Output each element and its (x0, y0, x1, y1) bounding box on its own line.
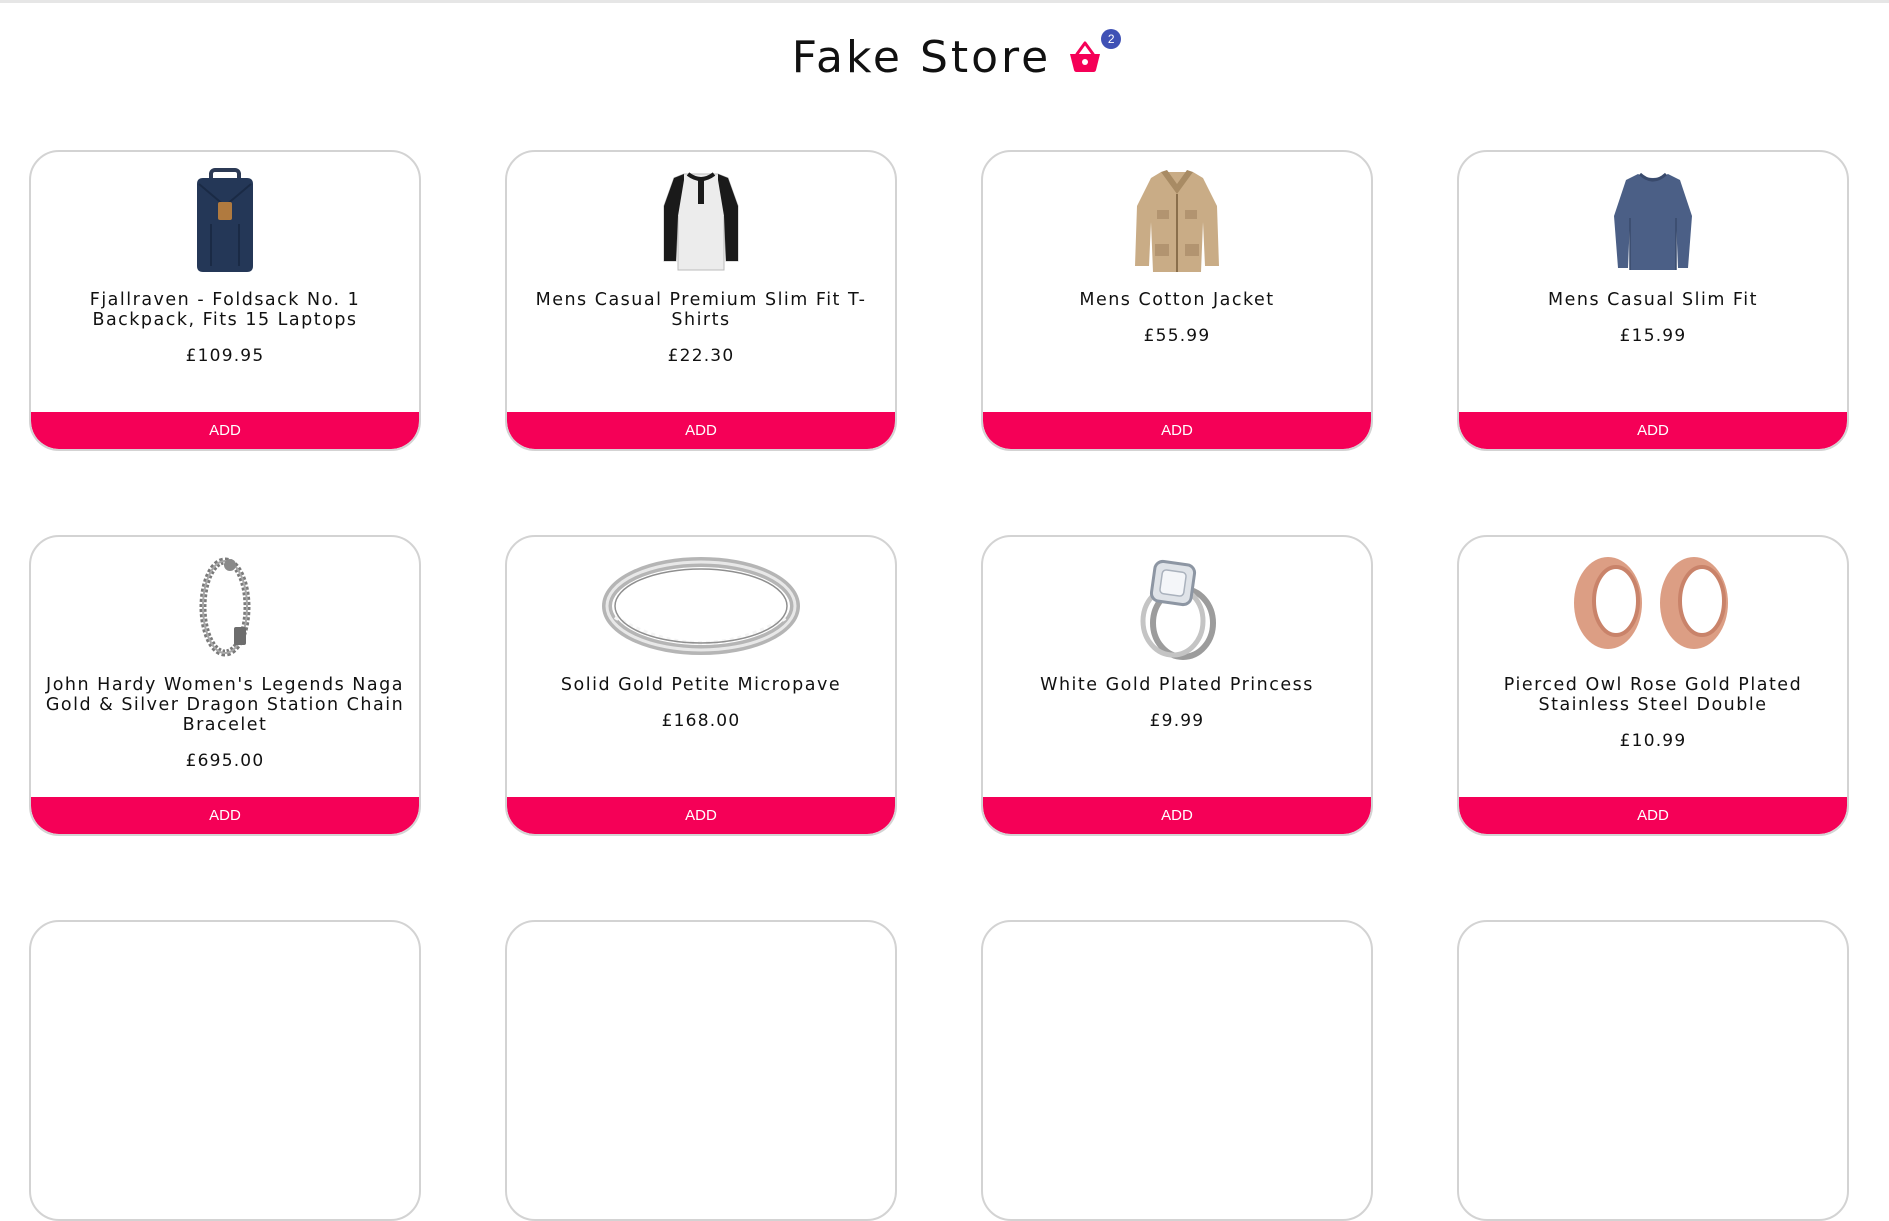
product-image (1459, 166, 1847, 276)
jacket-icon (1135, 170, 1219, 272)
store-header: Fake Store 2 (0, 22, 1889, 92)
top-border (0, 0, 1889, 3)
long-sleeve-shirt-icon (1614, 172, 1692, 270)
product-image (507, 551, 895, 661)
ring-icon (602, 557, 800, 655)
product-title: White Gold Plated Princess (1040, 675, 1314, 695)
product-grid: Fjallraven - Foldsack No. 1 Backpack, Fi… (0, 150, 1889, 1221)
cart-button[interactable]: 2 (1065, 29, 1122, 77)
store-title: Fake Store (791, 31, 1052, 83)
product-price: £109.95 (185, 346, 265, 366)
product-info: John Hardy Women's Legends Naga Gold & S… (35, 675, 415, 771)
product-image (31, 166, 419, 276)
add-to-cart-button[interactable]: ADD (31, 412, 419, 449)
add-to-cart-button[interactable]: ADD (507, 797, 895, 834)
product-price: £22.30 (667, 346, 735, 366)
product-card (29, 920, 421, 1221)
product-card: White Gold Plated Princess £9.99 ADD (981, 535, 1373, 836)
bracelet-icon (199, 557, 251, 657)
product-image (507, 166, 895, 276)
backpack-icon (197, 168, 253, 272)
product-info: White Gold Plated Princess £9.99 (987, 675, 1367, 731)
product-price: £9.99 (1149, 711, 1205, 731)
product-title: Mens Cotton Jacket (1079, 290, 1275, 310)
product-info: Solid Gold Petite Micropave £168.00 (511, 675, 891, 731)
title-group: Fake Store 2 (791, 29, 1122, 83)
product-card (505, 920, 897, 1221)
add-to-cart-button[interactable]: ADD (31, 797, 419, 834)
product-title: Mens Casual Premium Slim Fit T-Shirts (535, 290, 867, 330)
add-to-cart-button[interactable]: ADD (1459, 412, 1847, 449)
diamond-ring-icon (1140, 559, 1216, 660)
product-card: Pierced Owl Rose Gold Plated Stainless S… (1457, 535, 1849, 836)
add-to-cart-button[interactable]: ADD (1459, 797, 1847, 834)
product-card: Solid Gold Petite Micropave £168.00 ADD (505, 535, 897, 836)
product-card (1457, 920, 1849, 1221)
product-price: £55.99 (1143, 326, 1211, 346)
product-card: Mens Cotton Jacket £55.99 ADD (981, 150, 1373, 451)
product-info: Pierced Owl Rose Gold Plated Stainless S… (1463, 675, 1843, 751)
product-image (983, 166, 1371, 276)
product-title: John Hardy Women's Legends Naga Gold & S… (45, 675, 405, 735)
product-title: Mens Casual Slim Fit (1548, 290, 1758, 310)
add-to-cart-button[interactable]: ADD (507, 412, 895, 449)
product-info: Mens Cotton Jacket £55.99 (987, 290, 1367, 346)
add-to-cart-button[interactable]: ADD (983, 412, 1371, 449)
product-card: Mens Casual Slim Fit £15.99 ADD (1457, 150, 1849, 451)
product-card: Fjallraven - Foldsack No. 1 Backpack, Fi… (29, 150, 421, 451)
product-price: £695.00 (185, 751, 265, 771)
ear-tunnel-icon (1574, 557, 1728, 649)
product-title: Solid Gold Petite Micropave (560, 675, 842, 695)
cart-count-badge: 2 (1101, 29, 1122, 49)
product-title: Pierced Owl Rose Gold Plated Stainless S… (1503, 675, 1803, 715)
product-card (981, 920, 1373, 1221)
product-image (31, 551, 419, 661)
product-title: Fjallraven - Foldsack No. 1 Backpack, Fi… (89, 290, 361, 330)
add-to-cart-button[interactable]: ADD (983, 797, 1371, 834)
product-price: £15.99 (1619, 326, 1687, 346)
product-image (1459, 551, 1847, 661)
product-image (983, 551, 1371, 661)
shopping-basket-icon (1070, 41, 1101, 72)
product-info: Mens Casual Premium Slim Fit T-Shirts £2… (511, 290, 891, 366)
tshirt-icon (663, 172, 739, 271)
product-price: £168.00 (661, 711, 741, 731)
product-price: £10.99 (1619, 731, 1687, 751)
product-info: Mens Casual Slim Fit £15.99 (1463, 290, 1843, 346)
product-card: John Hardy Women's Legends Naga Gold & S… (29, 535, 421, 836)
product-card: Mens Casual Premium Slim Fit T-Shirts £2… (505, 150, 897, 451)
product-info: Fjallraven - Foldsack No. 1 Backpack, Fi… (35, 290, 415, 366)
